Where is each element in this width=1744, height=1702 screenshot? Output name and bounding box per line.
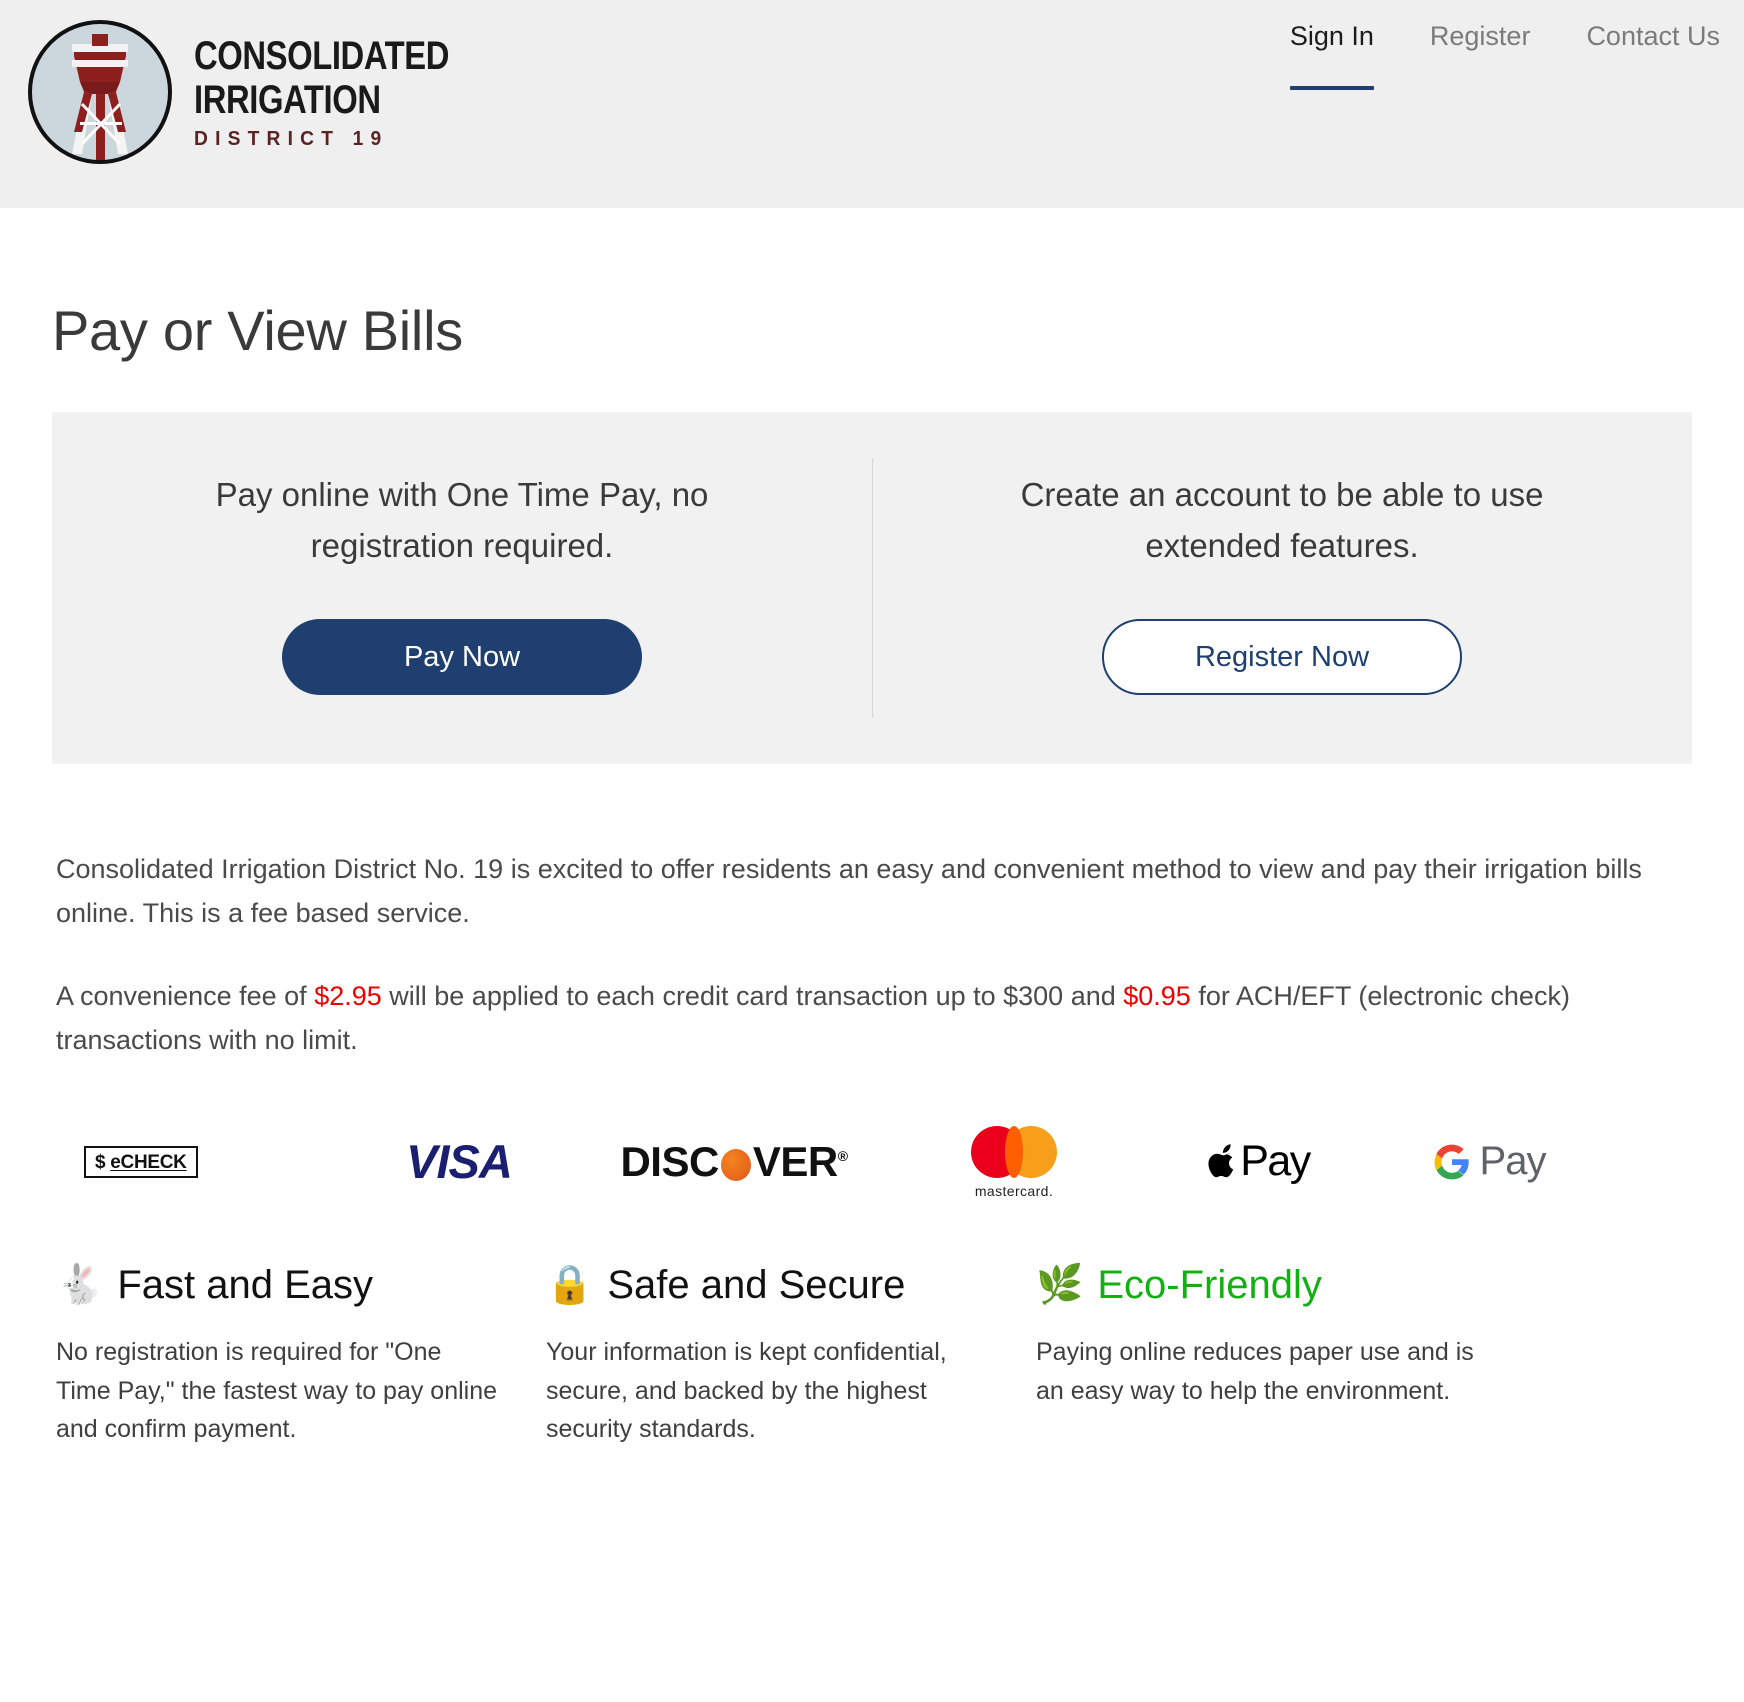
apple-pay-label: Pay [1240,1137,1311,1186]
fee-text-part2: will be applied to each credit card tran… [381,981,1124,1012]
fee-text-part1: A convenience fee of [56,981,315,1012]
cta-panel: Pay online with One Time Pay, no registr… [52,412,1692,764]
nav-label-contact-us: Contact Us [1586,21,1720,51]
nav-active-indicator [1289,86,1374,91]
mastercard-logo: mastercard. [971,1125,1057,1199]
feature-fast-and-easy: 🐇 Fast and Easy No registration is requi… [56,1263,546,1449]
nav-item-register[interactable]: Register [1430,20,1531,100]
cta-column-register: Create an account to be able to use exte… [872,412,1692,764]
intro-paragraph: Consolidated Irrigation District No. 19 … [56,854,1642,928]
discover-registered-mark: ® [837,1147,848,1164]
feature-title-safe: Safe and Secure [607,1262,906,1307]
nav-label-sign-in: Sign In [1289,21,1374,51]
logo-wordmark: CONSOLIDATED IRRIGATION DISTRICT 19 [194,36,505,149]
credit-card-fee-amount: $2.95 [314,981,382,1012]
google-pay-label: Pay [1479,1139,1547,1184]
site-logo[interactable]: CONSOLIDATED IRRIGATION DISTRICT 19 [0,0,505,170]
feature-body-fast: No registration is required for "One Tim… [56,1337,498,1444]
ach-fee-amount: $0.95 [1123,981,1191,1012]
feature-title-eco: Eco-Friendly [1097,1262,1322,1307]
google-pay-wordmark: Pay [1433,1139,1546,1184]
pay-now-button[interactable]: Pay Now [282,619,642,696]
cta-column-one-time-pay: Pay online with One Time Pay, no registr… [52,412,872,764]
cta-heading-register: Create an account to be able to use exte… [1020,476,1544,565]
feature-heading-eco: 🌿 Eco-Friendly [1036,1263,1480,1307]
mastercard-overlap [1005,1125,1023,1178]
discover-word-part1: DISC [620,1137,719,1185]
feature-heading-safe: 🔒 Safe and Secure [546,1263,990,1307]
echeck-icon: $ eCHECK [56,1127,334,1197]
google-pay-icon: Pay [1374,1127,1604,1197]
register-now-button[interactable]: Register Now [1102,619,1462,696]
page-root: CONSOLIDATED IRRIGATION DISTRICT 19 Sign… [0,0,1744,1702]
feature-heading-fast: 🐇 Fast and Easy [56,1263,500,1307]
body-copy: Consolidated Irrigation District No. 19 … [16,848,1728,1063]
mastercard-icon: mastercard. [884,1125,1144,1199]
feature-body-safe: Your information is kept confidential, s… [546,1337,947,1444]
fee-notice-paragraph: A convenience fee of $2.95 will be appli… [56,975,1681,1062]
lock-icon: 🔒 [546,1263,594,1306]
apple-pay-icon: Pay [1144,1127,1374,1197]
logo-line-1: CONSOLIDATED [194,33,450,78]
echeck-label: eCHECK [110,1151,187,1173]
visa-icon: VISA [334,1127,584,1197]
cta-heading-pay: Pay online with One Time Pay, no registr… [215,476,709,565]
main-navigation: Sign In Register Contact Us [1289,20,1720,100]
discover-icon: DISC VER® [584,1127,884,1197]
rabbit-icon: 🐇 [56,1263,104,1306]
leaf-icon: 🌿 [1036,1263,1084,1306]
mastercard-circles [971,1125,1057,1178]
feature-safe-and-secure: 🔒 Safe and Secure Your information is ke… [546,1263,1036,1449]
mastercard-wordmark: mastercard. [974,1182,1054,1199]
site-header: CONSOLIDATED IRRIGATION DISTRICT 19 Sign… [0,0,1744,208]
feature-body-eco: Paying online reduces paper use and is a… [1036,1337,1474,1405]
discover-word-part2: VER [752,1137,838,1185]
nav-item-contact-us[interactable]: Contact Us [1586,20,1720,100]
logo-line-2: IRRIGATION [194,77,381,122]
nav-inactive-indicator [1430,86,1531,90]
google-g-icon [1434,1144,1469,1180]
page-title: Pay or View Bills [52,299,463,362]
nav-label-register: Register [1429,21,1531,51]
echeck-dollar-sign: $ [95,1151,106,1173]
accepted-payment-methods: $ eCHECK VISA DISC VER® mastercard. Pay … [16,1103,1728,1205]
logo-line-3: DISTRICT 19 [194,127,389,150]
water-tower-logo-icon [22,14,178,170]
feature-title-fast: Fast and Easy [117,1262,374,1307]
nav-item-sign-in[interactable]: Sign In [1289,20,1374,100]
features-section: 🐇 Fast and Easy No registration is requi… [16,1205,1728,1449]
nav-inactive-indicator [1586,86,1720,90]
echeck-badge: $ eCHECK [84,1145,198,1178]
visa-wordmark: VISA [406,1135,513,1189]
apple-pay-wordmark: Pay [1208,1137,1311,1186]
main-content: Pay or View Bills Pay online with One Ti… [16,208,1728,1678]
feature-eco-friendly: 🌿 Eco-Friendly Paying online reduces pap… [1036,1263,1526,1449]
discover-wordmark: DISC VER® [620,1137,848,1186]
